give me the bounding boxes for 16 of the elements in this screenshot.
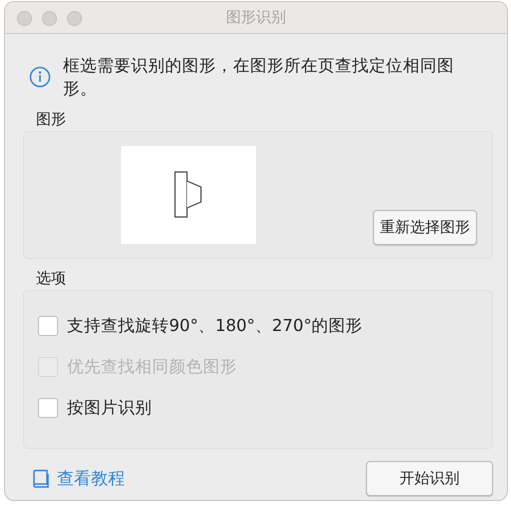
- group-label: 选项: [36, 269, 66, 288]
- start-button[interactable]: 开始识别: [366, 461, 493, 496]
- checkbox[interactable]: [38, 316, 58, 336]
- option-label: 支持查找旋转90°、180°、270°的图形: [67, 315, 363, 337]
- window-control-icon[interactable]: [17, 11, 32, 26]
- group-label: 图形: [36, 110, 66, 129]
- shape-drawing: [174, 171, 204, 219]
- reselect-shape-button[interactable]: 重新选择图形: [373, 210, 477, 245]
- window-title: 图形识别: [226, 8, 286, 27]
- window-control-icon[interactable]: [67, 11, 82, 26]
- checkbox[interactable]: [38, 398, 58, 418]
- info-icon: [29, 66, 51, 88]
- info-message: 框选需要识别的图形，在图形所在页查找定位相同图形。: [63, 55, 455, 100]
- book-icon: [31, 468, 51, 488]
- window-control-icon[interactable]: [42, 11, 57, 26]
- option-label: 按图片识别: [67, 397, 152, 419]
